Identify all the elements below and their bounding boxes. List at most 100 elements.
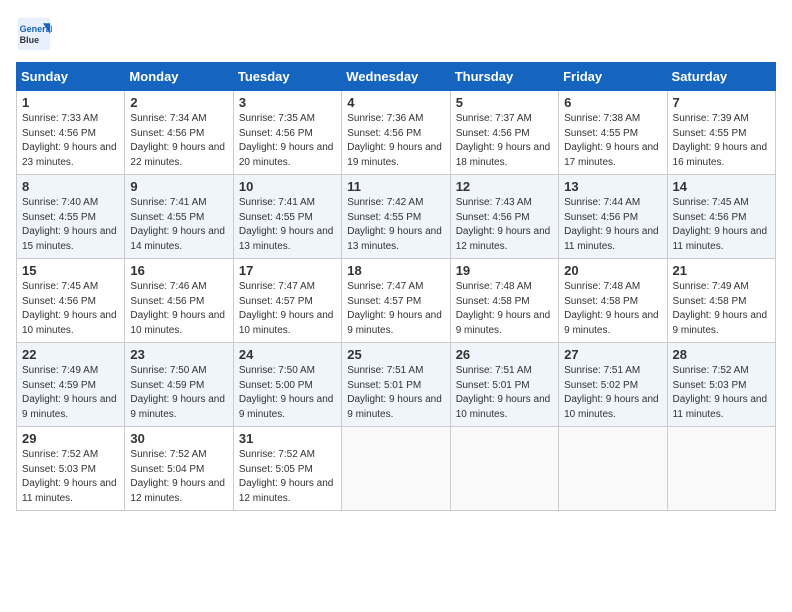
calendar-cell: 15 Sunrise: 7:45 AMSunset: 4:56 PMDayligh… — [17, 259, 125, 343]
day-info: Sunrise: 7:38 AMSunset: 4:55 PMDaylight:… — [564, 112, 661, 170]
calendar-cell — [450, 427, 558, 511]
calendar-cell: 21 Sunrise: 7:49 AMSunset: 4:58 PMDayligh… — [667, 259, 775, 343]
calendar-cell: 9 Sunrise: 7:41 AMSunset: 4:55 PMDaylight… — [125, 175, 233, 259]
calendar-cell: 2 Sunrise: 7:34 AMSunset: 4:56 PMDaylight… — [125, 91, 233, 175]
day-info: Sunrise: 7:51 AMSunset: 5:01 PMDaylight:… — [456, 364, 553, 422]
calendar-week: 29 Sunrise: 7:52 AMSunset: 5:03 PMDayligh… — [17, 427, 776, 511]
day-info: Sunrise: 7:40 AMSunset: 4:55 PMDaylight:… — [22, 196, 119, 254]
day-number: 25 — [347, 347, 444, 362]
day-number: 11 — [347, 179, 444, 194]
svg-text:Blue: Blue — [20, 35, 40, 45]
calendar-cell: 4 Sunrise: 7:36 AMSunset: 4:56 PMDaylight… — [342, 91, 450, 175]
day-number: 10 — [239, 179, 336, 194]
calendar-cell: 23 Sunrise: 7:50 AMSunset: 4:59 PMDayligh… — [125, 343, 233, 427]
day-number: 15 — [22, 263, 119, 278]
day-number: 8 — [22, 179, 119, 194]
calendar-week: 22Sunrise: 7:49 AMSunset: 4:59 PMDayligh… — [17, 343, 776, 427]
calendar-cell — [559, 427, 667, 511]
day-info: Sunrise: 7:52 AMSunset: 5:05 PMDaylight:… — [239, 448, 336, 506]
day-info: Sunrise: 7:52 AMSunset: 5:03 PMDaylight:… — [22, 448, 119, 506]
day-info: Sunrise: 7:52 AMSunset: 5:04 PMDaylight:… — [130, 448, 227, 506]
day-info: Sunrise: 7:45 AMSunset: 4:56 PMDaylight:… — [22, 280, 119, 338]
calendar-cell: 30 Sunrise: 7:52 AMSunset: 5:04 PMDayligh… — [125, 427, 233, 511]
day-info: Sunrise: 7:33 AMSunset: 4:56 PMDaylight:… — [22, 112, 119, 170]
day-number: 17 — [239, 263, 336, 278]
day-number: 4 — [347, 95, 444, 110]
weekday-header: Thursday — [450, 63, 558, 91]
day-info: Sunrise: 7:45 AMSunset: 4:56 PMDaylight:… — [673, 196, 770, 254]
day-info: Sunrise: 7:35 AMSunset: 4:56 PMDaylight:… — [239, 112, 336, 170]
calendar-week: 1 Sunrise: 7:33 AMSunset: 4:56 PMDaylight… — [17, 91, 776, 175]
day-number: 9 — [130, 179, 227, 194]
calendar-cell: 17 Sunrise: 7:47 AMSunset: 4:57 PMDayligh… — [233, 259, 341, 343]
weekday-header: Wednesday — [342, 63, 450, 91]
day-number: 28 — [673, 347, 770, 362]
day-number: 3 — [239, 95, 336, 110]
day-info: Sunrise: 7:51 AMSunset: 5:01 PMDaylight:… — [347, 364, 444, 422]
day-number: 31 — [239, 431, 336, 446]
calendar-week: 15 Sunrise: 7:45 AMSunset: 4:56 PMDayligh… — [17, 259, 776, 343]
day-info: Sunrise: 7:49 AMSunset: 4:59 PMDaylight:… — [22, 364, 119, 422]
calendar-cell: 1 Sunrise: 7:33 AMSunset: 4:56 PMDaylight… — [17, 91, 125, 175]
calendar-cell: 24 Sunrise: 7:50 AMSunset: 5:00 PMDayligh… — [233, 343, 341, 427]
day-number: 13 — [564, 179, 661, 194]
day-number: 5 — [456, 95, 553, 110]
weekday-header: Friday — [559, 63, 667, 91]
day-number: 21 — [673, 263, 770, 278]
calendar-cell: 25 Sunrise: 7:51 AMSunset: 5:01 PMDayligh… — [342, 343, 450, 427]
day-number: 18 — [347, 263, 444, 278]
day-info: Sunrise: 7:50 AMSunset: 5:00 PMDaylight:… — [239, 364, 336, 422]
calendar-cell: 28Sunrise: 7:52 AMSunset: 5:03 PMDayligh… — [667, 343, 775, 427]
calendar-cell: 11 Sunrise: 7:42 AMSunset: 4:55 PMDayligh… — [342, 175, 450, 259]
calendar-cell: 20 Sunrise: 7:48 AMSunset: 4:58 PMDayligh… — [559, 259, 667, 343]
calendar-cell: 14 Sunrise: 7:45 AMSunset: 4:56 PMDayligh… — [667, 175, 775, 259]
calendar-cell: 5Sunrise: 7:37 AMSunset: 4:56 PMDaylight… — [450, 91, 558, 175]
calendar-cell: 29 Sunrise: 7:52 AMSunset: 5:03 PMDayligh… — [17, 427, 125, 511]
day-number: 2 — [130, 95, 227, 110]
day-info: Sunrise: 7:50 AMSunset: 4:59 PMDaylight:… — [130, 364, 227, 422]
day-info: Sunrise: 7:51 AMSunset: 5:02 PMDaylight:… — [564, 364, 661, 422]
day-info: Sunrise: 7:44 AMSunset: 4:56 PMDaylight:… — [564, 196, 661, 254]
day-number: 30 — [130, 431, 227, 446]
day-number: 1 — [22, 95, 119, 110]
calendar-cell: 13 Sunrise: 7:44 AMSunset: 4:56 PMDayligh… — [559, 175, 667, 259]
day-info: Sunrise: 7:36 AMSunset: 4:56 PMDaylight:… — [347, 112, 444, 170]
day-number: 20 — [564, 263, 661, 278]
calendar-cell: 22Sunrise: 7:49 AMSunset: 4:59 PMDayligh… — [17, 343, 125, 427]
calendar-cell: 31 Sunrise: 7:52 AMSunset: 5:05 PMDayligh… — [233, 427, 341, 511]
weekday-header: Sunday — [17, 63, 125, 91]
day-number: 12 — [456, 179, 553, 194]
calendar-cell: 19 Sunrise: 7:48 AMSunset: 4:58 PMDayligh… — [450, 259, 558, 343]
calendar-cell: 26 Sunrise: 7:51 AMSunset: 5:01 PMDayligh… — [450, 343, 558, 427]
calendar-header: SundayMondayTuesdayWednesdayThursdayFrid… — [17, 63, 776, 91]
day-info: Sunrise: 7:49 AMSunset: 4:58 PMDaylight:… — [673, 280, 770, 338]
calendar-cell: 3 Sunrise: 7:35 AMSunset: 4:56 PMDaylight… — [233, 91, 341, 175]
day-info: Sunrise: 7:41 AMSunset: 4:55 PMDaylight:… — [239, 196, 336, 254]
calendar-cell: 7 Sunrise: 7:39 AMSunset: 4:55 PMDaylight… — [667, 91, 775, 175]
day-info: Sunrise: 7:48 AMSunset: 4:58 PMDaylight:… — [456, 280, 553, 338]
weekday-header: Monday — [125, 63, 233, 91]
day-number: 29 — [22, 431, 119, 446]
calendar-cell: 12 Sunrise: 7:43 AMSunset: 4:56 PMDayligh… — [450, 175, 558, 259]
day-number: 14 — [673, 179, 770, 194]
day-info: Sunrise: 7:46 AMSunset: 4:56 PMDaylight:… — [130, 280, 227, 338]
day-number: 24 — [239, 347, 336, 362]
day-info: Sunrise: 7:34 AMSunset: 4:56 PMDaylight:… — [130, 112, 227, 170]
day-info: Sunrise: 7:43 AMSunset: 4:56 PMDaylight:… — [456, 196, 553, 254]
day-info: Sunrise: 7:48 AMSunset: 4:58 PMDaylight:… — [564, 280, 661, 338]
calendar-cell: 27 Sunrise: 7:51 AMSunset: 5:02 PMDayligh… — [559, 343, 667, 427]
day-number: 23 — [130, 347, 227, 362]
day-info: Sunrise: 7:42 AMSunset: 4:55 PMDaylight:… — [347, 196, 444, 254]
day-info: Sunrise: 7:41 AMSunset: 4:55 PMDaylight:… — [130, 196, 227, 254]
calendar-cell: 18Sunrise: 7:47 AMSunset: 4:57 PMDayligh… — [342, 259, 450, 343]
day-number: 27 — [564, 347, 661, 362]
calendar-cell: 6Sunrise: 7:38 AMSunset: 4:55 PMDaylight… — [559, 91, 667, 175]
logo-icon: General Blue — [16, 16, 52, 52]
day-number: 26 — [456, 347, 553, 362]
day-number: 7 — [673, 95, 770, 110]
day-number: 19 — [456, 263, 553, 278]
day-info: Sunrise: 7:39 AMSunset: 4:55 PMDaylight:… — [673, 112, 770, 170]
calendar-cell — [667, 427, 775, 511]
day-info: Sunrise: 7:47 AMSunset: 4:57 PMDaylight:… — [239, 280, 336, 338]
calendar-cell: 16Sunrise: 7:46 AMSunset: 4:56 PMDayligh… — [125, 259, 233, 343]
